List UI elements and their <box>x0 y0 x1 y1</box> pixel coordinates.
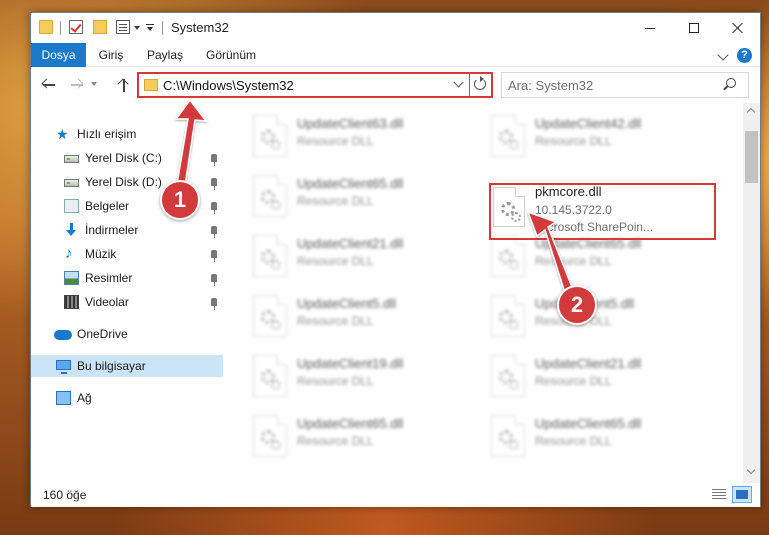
annotation-arrows <box>174 98 575 298</box>
arrow-2 <box>526 210 575 298</box>
arrow-1 <box>174 98 208 193</box>
step-1-badge: 1 <box>160 180 200 220</box>
step-2-badge: 2 <box>557 285 597 325</box>
